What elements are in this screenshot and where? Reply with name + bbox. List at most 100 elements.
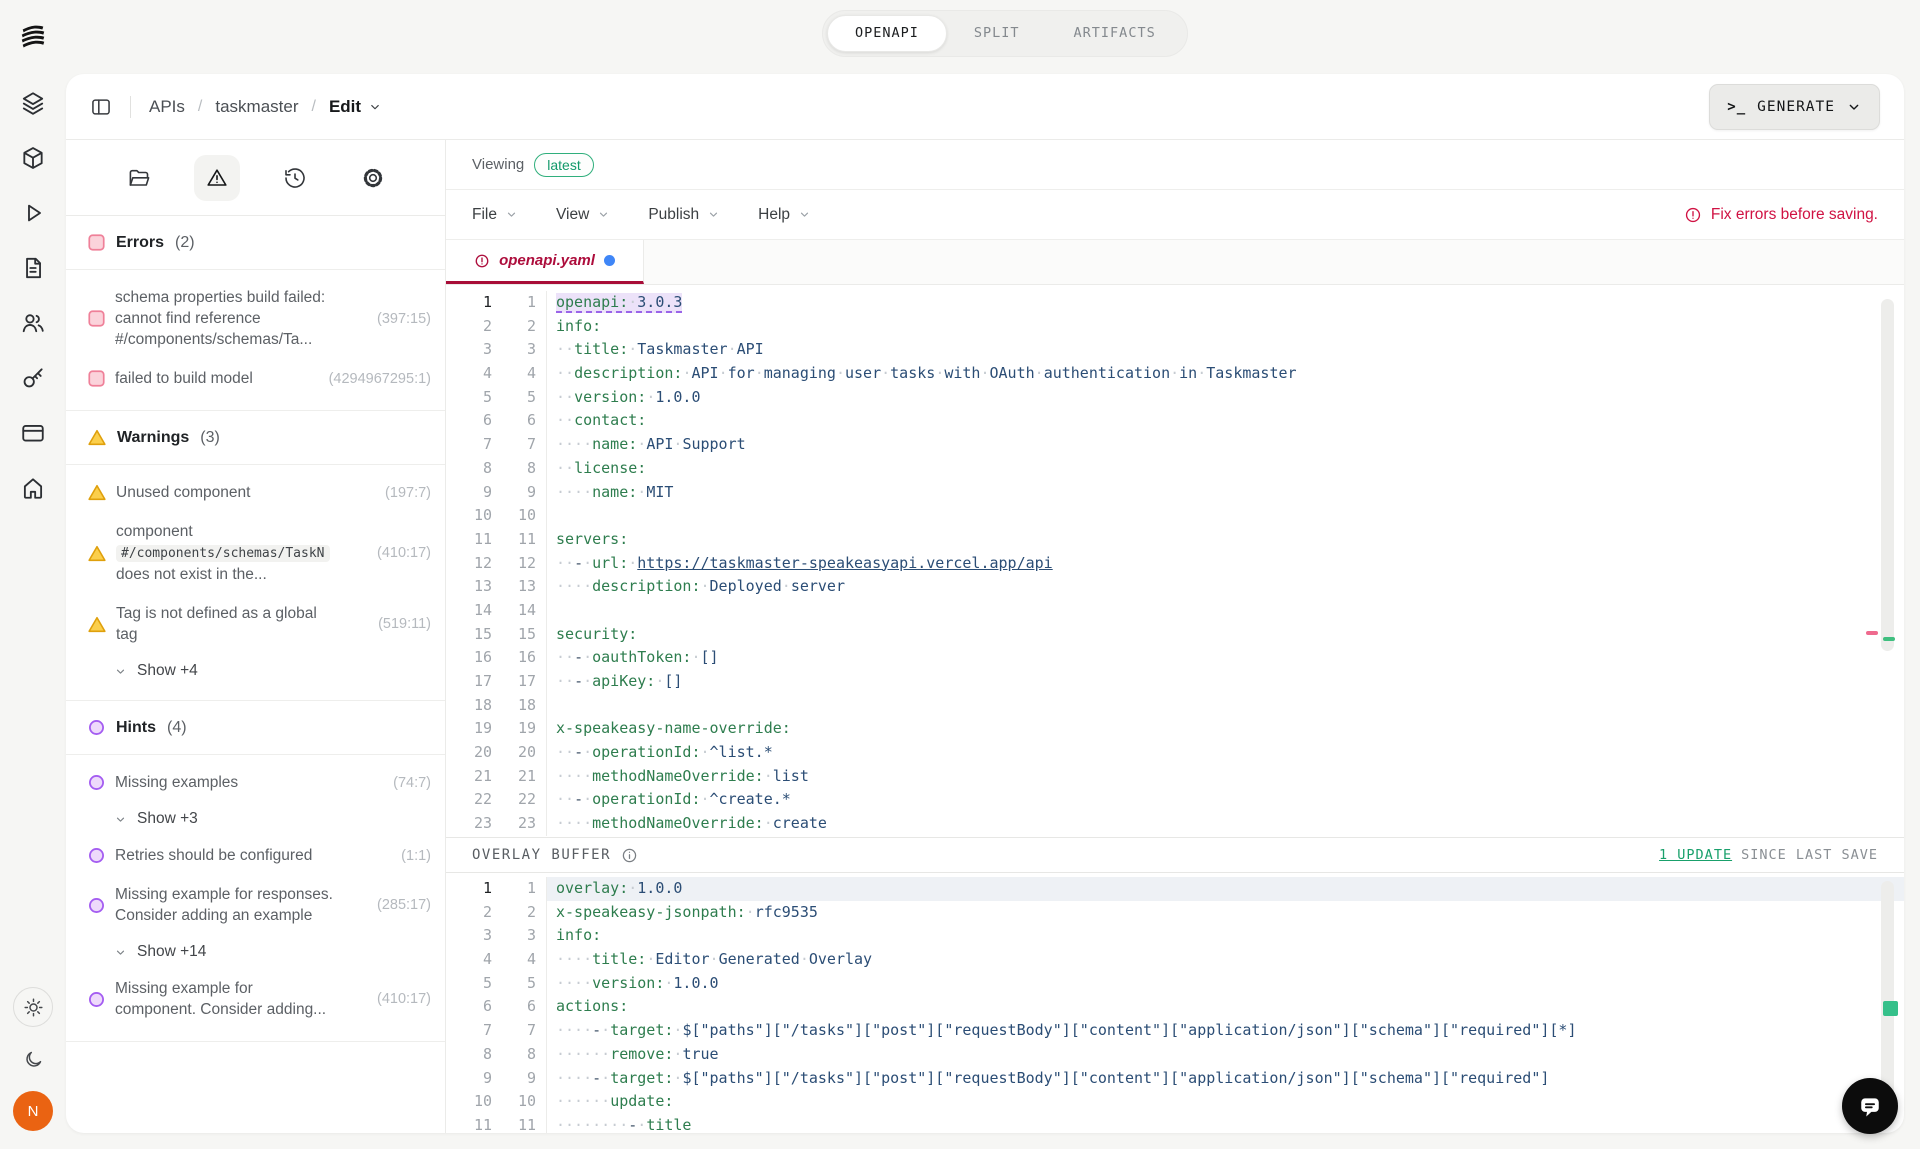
left-rail: N xyxy=(0,0,66,1149)
code-line[interactable]: 1111········-·title xyxy=(446,1114,1904,1133)
code-line[interactable]: 1414 xyxy=(446,599,1904,623)
code-line[interactable]: 99····-·target:·$["paths"]["/tasks"]["po… xyxy=(446,1067,1904,1091)
info-icon[interactable] xyxy=(621,847,638,864)
view-tab-openapi[interactable]: OPENAPI xyxy=(827,15,947,52)
warning-icon[interactable] xyxy=(194,155,240,201)
code-line[interactable]: 55····version:·1.0.0 xyxy=(446,972,1904,996)
chevron-down-icon xyxy=(114,813,127,826)
hint-item[interactable]: Missing example for responses. Consider … xyxy=(66,875,445,935)
breadcrumb-separator: / xyxy=(312,98,316,116)
error-item[interactable]: failed to build model(4294967295:1) xyxy=(66,359,445,398)
code-line[interactable]: 1818 xyxy=(446,694,1904,718)
section-header-errors[interactable]: Errors(2) xyxy=(66,216,445,270)
play-icon[interactable] xyxy=(20,200,46,226)
code-line[interactable]: 2222··-·operationId:·^create.* xyxy=(446,788,1904,812)
code-line[interactable]: 1111servers: xyxy=(446,528,1904,552)
generate-button[interactable]: >_ GENERATE xyxy=(1709,84,1880,130)
hint-item[interactable]: Retries should be configured(1:1) xyxy=(66,836,445,875)
code-line[interactable]: 1717··-·apiKey:·[] xyxy=(446,670,1904,694)
moon-icon[interactable] xyxy=(13,1039,53,1079)
view-tab-split[interactable]: SPLIT xyxy=(947,15,1047,52)
credit-card-icon[interactable] xyxy=(20,420,46,446)
code-line[interactable]: 22x-speakeasy-jsonpath:·rfc9535 xyxy=(446,901,1904,925)
code-line[interactable]: 66actions: xyxy=(446,995,1904,1019)
update-link[interactable]: 1 UPDATE xyxy=(1659,847,1732,863)
code-line[interactable]: 2323····methodNameOverride:·create xyxy=(446,812,1904,836)
tab-openapi-yaml[interactable]: openapi.yaml xyxy=(446,240,644,284)
show-more-button[interactable]: Show +14 xyxy=(66,935,445,969)
code-line[interactable]: 33··title:·Taskmaster·API xyxy=(446,338,1904,362)
code-line[interactable]: 44··description:·API·for·managing·user·t… xyxy=(446,362,1904,386)
issue-location: (397:15) xyxy=(373,311,431,327)
section-header-warnings[interactable]: Warnings(3) xyxy=(66,411,445,465)
rail-nav xyxy=(20,90,46,501)
code-line[interactable]: 1010 xyxy=(446,504,1904,528)
code-line[interactable]: 11overlay:·1.0.0 xyxy=(446,877,1904,901)
show-more-button[interactable]: Show +4 xyxy=(66,654,445,688)
sun-icon[interactable] xyxy=(13,987,53,1027)
issue-text: Missing example for component. Consider … xyxy=(115,978,337,1020)
hint-item[interactable]: Missing examples(74:7) xyxy=(66,763,445,802)
warning-item[interactable]: component #/components/schemas/TaskN doe… xyxy=(66,512,445,594)
chat-button[interactable] xyxy=(1842,1078,1898,1134)
menu-publish[interactable]: Publish xyxy=(648,206,720,224)
home-icon[interactable] xyxy=(20,475,46,501)
error-banner: Fix errors before saving. xyxy=(1684,206,1878,224)
code-line[interactable]: 1212··-·url:·https://taskmaster-speakeas… xyxy=(446,552,1904,576)
avatar[interactable]: N xyxy=(13,1091,53,1131)
code-line[interactable]: 66··contact: xyxy=(446,409,1904,433)
code-line[interactable]: 55··version:·1.0.0 xyxy=(446,386,1904,410)
menu-file[interactable]: File xyxy=(472,206,518,224)
code-line[interactable]: 88······remove:·true xyxy=(446,1043,1904,1067)
gear-icon[interactable] xyxy=(350,155,396,201)
code-line[interactable]: 44····title:·Editor·Generated·Overlay xyxy=(446,948,1904,972)
scrollbar-thumb[interactable] xyxy=(1881,299,1894,651)
section-title: Errors xyxy=(116,234,164,252)
code-line[interactable]: 1616··-·oauthToken:·[] xyxy=(446,646,1904,670)
code-line[interactable]: 2121····methodNameOverride:·list xyxy=(446,765,1904,789)
menu-view[interactable]: View xyxy=(556,206,610,224)
code-line[interactable]: 1010······update: xyxy=(446,1090,1904,1114)
error-circle-icon xyxy=(474,253,490,269)
breadcrumb-taskmaster[interactable]: taskmaster xyxy=(215,97,298,117)
document-icon[interactable] xyxy=(20,255,46,281)
warning-item[interactable]: Unused component(197:7) xyxy=(66,473,445,512)
section-header-hints[interactable]: Hints(4) xyxy=(66,701,445,755)
code-line[interactable]: 33info: xyxy=(446,924,1904,948)
menu-help[interactable]: Help xyxy=(758,206,811,224)
code-line[interactable]: 77····name:·API·Support xyxy=(446,433,1904,457)
hint-item[interactable]: Missing example for component. Consider … xyxy=(66,969,445,1029)
show-more-button[interactable]: Show +3 xyxy=(66,802,445,836)
sidebar-toggle-icon[interactable] xyxy=(90,96,112,118)
error-item[interactable]: schema properties build failed: cannot f… xyxy=(66,278,445,359)
key-icon[interactable] xyxy=(20,365,46,391)
code-line[interactable]: 1515security: xyxy=(446,623,1904,647)
users-icon[interactable] xyxy=(20,310,46,336)
code-line[interactable]: 2020··-·operationId:·^list.* xyxy=(446,741,1904,765)
version-badge[interactable]: latest xyxy=(534,153,593,177)
overlay-editor[interactable]: 11overlay:·1.0.022x-speakeasy-jsonpath:·… xyxy=(446,873,1904,1133)
openapi-editor[interactable]: 11openapi:·3.0.322info:33··title:·Taskma… xyxy=(446,285,1904,837)
code-line[interactable]: 99····name:·MIT xyxy=(446,481,1904,505)
layers-icon[interactable] xyxy=(20,90,46,116)
unsaved-dot xyxy=(604,255,615,266)
since-last-save-label: SINCE LAST SAVE xyxy=(1741,847,1878,863)
chevron-down-icon xyxy=(114,946,127,959)
package-icon[interactable] xyxy=(20,145,46,171)
history-icon[interactable] xyxy=(272,155,318,201)
breadcrumb-edit-dropdown[interactable]: Edit xyxy=(329,97,382,117)
breadcrumb-apis[interactable]: APIs xyxy=(149,97,185,117)
issue-location: (285:17) xyxy=(373,897,431,913)
code-line[interactable]: 77····-·target:·$["paths"]["/tasks"]["po… xyxy=(446,1019,1904,1043)
warning-item[interactable]: Tag is not defined as a global tag(519:1… xyxy=(66,594,445,654)
viewing-label: Viewing xyxy=(472,156,524,173)
code-line[interactable]: 1919x-speakeasy-name-override: xyxy=(446,717,1904,741)
folder-icon[interactable] xyxy=(116,155,162,201)
code-line[interactable]: 11openapi:·3.0.3 xyxy=(446,291,1904,315)
view-tab-artifacts[interactable]: ARTIFACTS xyxy=(1047,15,1183,52)
code-line[interactable]: 88··license: xyxy=(446,457,1904,481)
issue-text: schema properties build failed: cannot f… xyxy=(115,287,337,350)
speakeasy-logo-icon[interactable] xyxy=(18,22,48,52)
code-line[interactable]: 1313····description:·Deployed·server xyxy=(446,575,1904,599)
code-line[interactable]: 22info: xyxy=(446,315,1904,339)
